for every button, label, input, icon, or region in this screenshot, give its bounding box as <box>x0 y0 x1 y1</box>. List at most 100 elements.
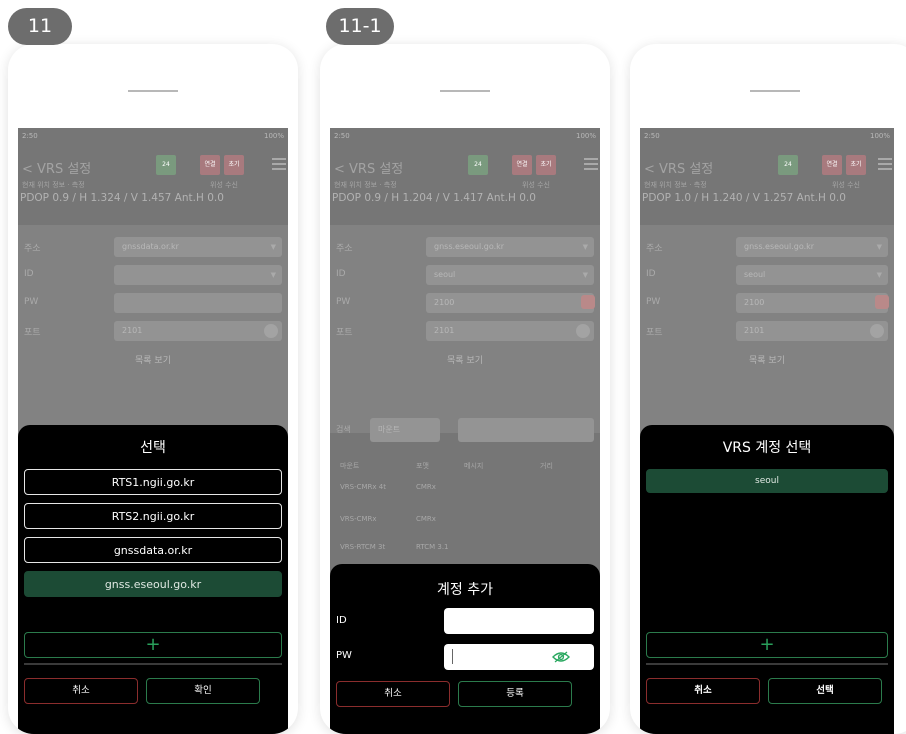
host-dropdown: gnss.eseoul.go.kr ▼ <box>426 237 594 257</box>
app-title: < VRS 설정 <box>22 162 92 177</box>
host-option-rts2[interactable]: RTS2.ngii.go.kr <box>24 503 282 529</box>
divider <box>24 663 282 665</box>
info-line-1: 현재 위치 정보 · 측정 위성 수신 <box>22 181 238 189</box>
register-button[interactable]: 등록 <box>458 681 572 707</box>
app-screen: 2:50 100% < VRS 설정 24 연결 초기 현재 위치 정보 · 측… <box>18 128 288 734</box>
sheet-title: 선택 <box>140 440 166 456</box>
port-row: 포트 2101 <box>24 321 282 341</box>
port-field: 2101 <box>736 321 888 341</box>
settings-card: 주소 gnss.eseoul.go.kr ▼ ID seoul ▼ PW 2100 … <box>640 225 894 433</box>
id-row: ID seoul ▼ <box>646 265 888 285</box>
id-dropdown: seoul ▼ <box>736 265 888 285</box>
mount-filter-row: 검색 마운트 <box>336 418 594 442</box>
show-password-icon[interactable] <box>552 651 570 663</box>
phone-panel-1: 2:50 100% < VRS 설정 24 연결 초기 현재 위치 정보 · 측… <box>8 44 298 734</box>
account-option-seoul[interactable]: seoul <box>646 469 888 493</box>
drag-handle <box>128 90 178 92</box>
status-time: 2:50 <box>334 132 350 140</box>
header-button-2: 연결 <box>512 155 532 175</box>
phone-panel-3: 2:50 100% < VRS 설정 24 연결 초기 현재 위치 정보 · 측… <box>630 44 906 734</box>
drag-handle <box>440 90 490 92</box>
drag-handle <box>750 90 800 92</box>
header-button-1: 24 <box>156 155 176 175</box>
id-input[interactable] <box>444 608 594 634</box>
pw-row: PW 2100 <box>336 293 595 313</box>
add-account-button[interactable]: + <box>646 632 888 658</box>
phone-panel-2: 2:50 100% < VRS 설정 24 연결 초기 현재 위치 정보 · 측… <box>320 44 610 734</box>
info-line-1: 현재 위치 정보 · 측정 위성 수신 <box>334 181 550 189</box>
pw-label: PW <box>336 650 352 661</box>
host-dropdown: gnssdata.or.kr ▼ <box>114 237 282 257</box>
header-button-2: 연결 <box>200 155 220 175</box>
menu-icon <box>272 155 286 173</box>
id-label: ID <box>336 615 347 626</box>
mount-filter-select: 마운트 <box>370 418 440 442</box>
host-select-sheet: 선택 RTS1.ngii.go.kr RTS2.ngii.go.kr gnssd… <box>18 425 288 734</box>
pw-field <box>114 293 282 313</box>
id-row: ID seoul ▼ <box>336 265 594 285</box>
status-bar: 2:50 100% <box>644 132 890 146</box>
menu-icon <box>878 155 892 173</box>
pw-row: PW 2100 <box>646 293 889 313</box>
dop-readout: PDOP 0.9 / H 1.204 / V 1.417 Ant.H 0.0 <box>332 192 536 204</box>
port-row: 포트 2101 <box>646 321 888 341</box>
pw-input[interactable] <box>444 644 594 670</box>
cancel-button[interactable]: 취소 <box>336 681 450 707</box>
cancel-button[interactable]: 취소 <box>24 678 138 704</box>
host-dropdown: gnss.eseoul.go.kr ▼ <box>736 237 888 257</box>
info-line-1: 현재 위치 정보 · 측정 위성 수신 <box>644 181 860 189</box>
add-host-button[interactable]: + <box>24 632 282 658</box>
step-badge-11: 11 <box>8 8 72 45</box>
select-button[interactable]: 선택 <box>768 678 882 704</box>
host-row: 주소 gnss.eseoul.go.kr ▼ <box>336 237 594 257</box>
app-title: < VRS 설정 <box>334 162 404 177</box>
host-row: 주소 gnss.eseoul.go.kr ▼ <box>646 237 888 257</box>
port-field: 2101 <box>114 321 282 341</box>
dop-readout: PDOP 0.9 / H 1.324 / V 1.457 Ant.H 0.0 <box>20 192 224 204</box>
status-bar: 2:50 100% <box>22 132 284 146</box>
battery-indicator: 100% <box>263 132 284 140</box>
app-title: < VRS 설정 <box>644 162 714 177</box>
vrs-account-select-sheet: VRS 계정 선택 seoul + 취소 선택 <box>640 425 894 734</box>
host-option-rts1[interactable]: RTS1.ngii.go.kr <box>24 469 282 495</box>
status-time: 2:50 <box>22 132 38 140</box>
pw-field: 2100 <box>426 293 595 313</box>
app-screen: 2:50 100% < VRS 설정 24 연결 초기 현재 위치 정보 · 측… <box>330 128 600 734</box>
header-button-3: 초기 <box>846 155 866 175</box>
dop-readout: PDOP 1.0 / H 1.240 / V 1.257 Ant.H 0.0 <box>642 192 846 204</box>
confirm-button[interactable]: 확인 <box>146 678 260 704</box>
list-view-button: 목록 보기 <box>447 356 483 366</box>
battery-indicator: 100% <box>869 132 890 140</box>
step-badge-11-1: 11-1 <box>326 8 394 45</box>
cancel-button[interactable]: 취소 <box>646 678 760 704</box>
settings-card: 주소 gnssdata.or.kr ▼ ID ▼ PW 포트 2101 목록 보기 <box>18 225 288 433</box>
id-row: ID ▼ <box>24 265 282 285</box>
status-bar: 2:50 100% <box>334 132 596 146</box>
app-screen: 2:50 100% < VRS 설정 24 연결 초기 현재 위치 정보 · 측… <box>640 128 894 734</box>
pw-field: 2100 <box>736 293 889 313</box>
list-view-button: 목록 보기 <box>135 356 171 366</box>
host-option-gnssdata[interactable]: gnssdata.or.kr <box>24 537 282 563</box>
header-button-1: 24 <box>778 155 798 175</box>
status-time: 2:50 <box>644 132 660 140</box>
pw-row: PW <box>24 293 282 313</box>
mount-filter-input <box>458 418 594 442</box>
header-button-3: 초기 <box>224 155 244 175</box>
text-cursor <box>452 649 453 664</box>
list-view-button: 목록 보기 <box>749 356 785 366</box>
sheet-title: 계정 추가 <box>437 582 493 598</box>
header-button-3: 초기 <box>536 155 556 175</box>
host-option-eseoul[interactable]: gnss.eseoul.go.kr <box>24 571 282 597</box>
menu-icon <box>584 155 598 173</box>
divider <box>646 663 888 665</box>
id-dropdown: seoul ▼ <box>426 265 594 285</box>
settings-card: 주소 gnss.eseoul.go.kr ▼ ID seoul ▼ PW 2100 … <box>330 225 600 433</box>
add-account-sheet: 계정 추가 ID PW 취소 등록 <box>330 564 600 734</box>
header-button-1: 24 <box>468 155 488 175</box>
port-row: 포트 2101 <box>336 321 594 341</box>
battery-indicator: 100% <box>575 132 596 140</box>
sheet-title: VRS 계정 선택 <box>722 440 812 456</box>
id-dropdown: ▼ <box>114 265 282 285</box>
port-field: 2101 <box>426 321 594 341</box>
host-row: 주소 gnssdata.or.kr ▼ <box>24 237 282 257</box>
